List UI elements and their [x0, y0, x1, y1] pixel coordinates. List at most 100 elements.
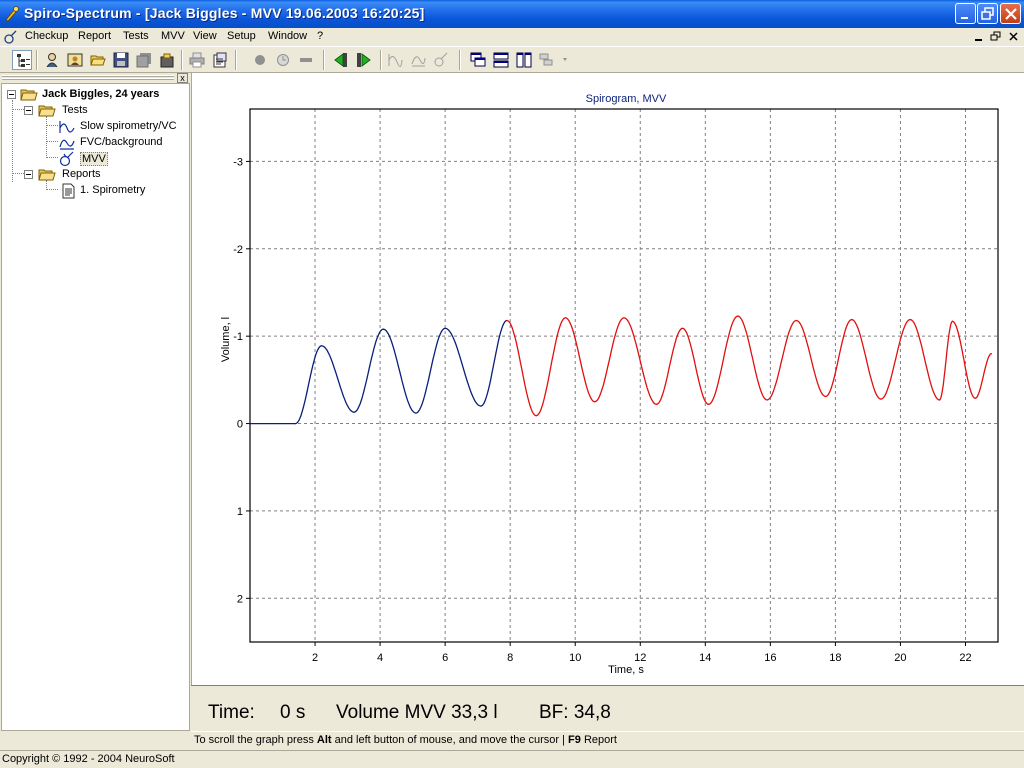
- series-2-point: [535, 415, 537, 417]
- tree-panel: x Jack Biggles, 24 years Tests Slow spir…: [0, 73, 191, 731]
- menu-view[interactable]: View: [193, 30, 217, 42]
- spirogram-chart[interactable]: 2 4 6 8 10 12 14 16 18 20 22 -3 -2 -1 0 1 2 Spirogram, MV…: [191, 73, 1024, 685]
- tree-panel-header[interactable]: x: [0, 73, 191, 83]
- menu-report[interactable]: Report: [78, 30, 111, 42]
- report-label: 1. Spirometry: [80, 184, 146, 196]
- app-icon: [5, 6, 19, 22]
- chart-canvas[interactable]: 2 4 6 8 10 12 14 16 18 20 22-3-2-1012Spirogram, MV…: [192, 73, 1024, 685]
- print-button[interactable]: [187, 50, 207, 70]
- checkup-tree[interactable]: Jack Biggles, 24 years Tests Slow spirom…: [1, 83, 190, 731]
- layout-dropdown-button[interactable]: [537, 50, 571, 70]
- panel-grip[interactable]: [2, 78, 174, 80]
- y-axis-label: Volume, l: [220, 317, 232, 362]
- menu-help[interactable]: ?: [317, 30, 323, 42]
- patient-name-label: Jack Biggles, 24 years: [42, 88, 160, 100]
- tests-folder-label: Tests: [62, 104, 88, 116]
- series-2-point: [938, 399, 941, 401]
- series-1-point: [415, 412, 417, 414]
- record-button[interactable]: [250, 50, 270, 70]
- plot-frame: [249, 108, 999, 643]
- test-label: FVC/background: [80, 136, 163, 148]
- hint-bar: To scroll the graph press Alt and left b…: [191, 731, 1024, 750]
- patient-card-button[interactable]: [65, 50, 85, 70]
- close-button[interactable]: [1000, 3, 1021, 24]
- collapse-toggle[interactable]: [24, 106, 33, 115]
- restore-button[interactable]: [977, 3, 998, 24]
- fvc-curve-icon: [59, 139, 75, 150]
- app-window: Spiro-Spectrum - [Jack Biggles - MVV 19.…: [0, 0, 1024, 768]
- tree-item-fvc[interactable]: FVC/background: [2, 135, 189, 151]
- series-2-point: [594, 401, 596, 403]
- toolbar-separator: [323, 50, 325, 70]
- time-label: Time:: [208, 702, 255, 723]
- x-tick-label: 8: [507, 652, 513, 664]
- series-2-point: [990, 353, 993, 355]
- series-2-point: [708, 403, 710, 405]
- mvv-volume-value: Volume MVV 33,3 l: [336, 702, 498, 723]
- patient-button[interactable]: [42, 50, 62, 70]
- series-1-point: [480, 405, 482, 407]
- tile-vertical-button[interactable]: [514, 50, 534, 70]
- title-bar[interactable]: Spiro-Spectrum - [Jack Biggles - MVV 19.…: [0, 0, 1024, 28]
- series-2-point: [655, 403, 658, 405]
- curve-a-button[interactable]: [385, 50, 405, 70]
- save-button[interactable]: [111, 50, 131, 70]
- window-title: Spiro-Spectrum - [Jack Biggles - MVV 19.…: [24, 5, 425, 21]
- x-tick-label: 2: [312, 652, 318, 664]
- menu-window[interactable]: Window: [268, 30, 307, 42]
- previous-button[interactable]: [331, 50, 351, 70]
- mdi-close-icon[interactable]: [1007, 31, 1021, 43]
- measurement-readout: Time: 0 s Volume MVV 33,3 l BF: 34,8: [191, 685, 1024, 731]
- tile-horizontal-button[interactable]: [491, 50, 511, 70]
- next-button[interactable]: [354, 50, 374, 70]
- mdi-restore-icon[interactable]: [989, 31, 1003, 43]
- tree-item-patient[interactable]: Jack Biggles, 24 years: [2, 87, 189, 103]
- curve-c-button[interactable]: [431, 50, 451, 70]
- tree-item-report-spirometry[interactable]: 1. Spirometry: [2, 183, 189, 199]
- x-tick-label: 12: [634, 652, 646, 664]
- hint-middle: and left button of mouse, and move the c…: [334, 734, 565, 746]
- menu-setup[interactable]: Setup: [227, 30, 256, 42]
- tree-close-button[interactable]: x: [177, 73, 188, 83]
- test-label-selected: MVV: [80, 152, 108, 166]
- series-2-point: [909, 319, 911, 321]
- series-2-point: [766, 399, 768, 401]
- mvv-gauge-icon: [59, 151, 74, 167]
- menu-mvv[interactable]: MVV: [161, 30, 185, 42]
- series-2-point: [974, 397, 976, 399]
- archive-button[interactable]: [157, 50, 177, 70]
- series-1-point: [444, 327, 446, 329]
- menu-tests[interactable]: Tests: [123, 30, 149, 42]
- series-2-point: [825, 395, 827, 398]
- stop-button[interactable]: [296, 50, 316, 70]
- tree-item-tests[interactable]: Tests: [2, 103, 189, 119]
- spirometer-icon[interactable]: [3, 29, 19, 45]
- x-tick-label: 22: [959, 652, 971, 664]
- series-1-point: [294, 423, 297, 425]
- tree-item-slow-spirometry[interactable]: Slow spirometry/VC: [2, 119, 189, 135]
- panel-grip[interactable]: [2, 75, 174, 77]
- print-preview-button[interactable]: [210, 50, 230, 70]
- mdi-minimize-icon[interactable]: [972, 31, 986, 43]
- tree-item-reports[interactable]: Reports: [2, 167, 189, 183]
- chart-title: Spirogram, MVV: [586, 93, 667, 105]
- collapse-toggle[interactable]: [7, 90, 16, 99]
- timer-button[interactable]: [273, 50, 293, 70]
- collapse-toggle[interactable]: [24, 170, 33, 179]
- toolbar-separator: [181, 50, 183, 70]
- series-1-point: [382, 328, 384, 330]
- open-folder-button[interactable]: [88, 50, 108, 70]
- save-all-button[interactable]: [134, 50, 154, 70]
- series-2-point: [851, 319, 853, 321]
- y-tick-label: 2: [237, 593, 243, 605]
- x-tick-label: 18: [829, 652, 841, 664]
- tree-toggle-button[interactable]: [12, 50, 32, 70]
- series-2-point: [623, 317, 625, 319]
- curve-b-button[interactable]: [408, 50, 428, 70]
- test-label: Slow spirometry/VC: [80, 120, 177, 132]
- toolbar-separator: [459, 50, 461, 70]
- cascade-button[interactable]: [468, 50, 488, 70]
- menu-checkup[interactable]: Checkup: [25, 30, 68, 42]
- tree-item-mvv[interactable]: MVV: [2, 151, 189, 167]
- minimize-button[interactable]: [955, 3, 976, 24]
